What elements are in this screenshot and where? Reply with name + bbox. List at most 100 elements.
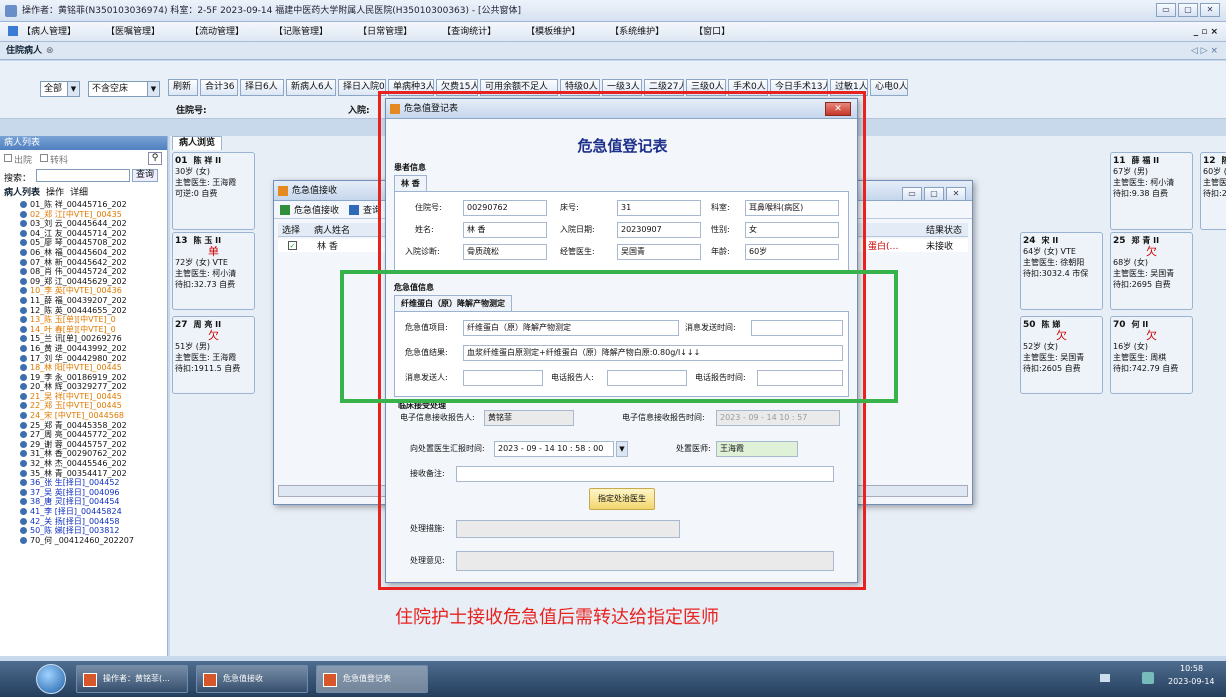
menu-stats[interactable]: 【查询统计】 [442,22,496,42]
card-l3: 待扣:9.38 自费 [1113,189,1169,198]
list-item[interactable]: 37_吴 英[择日]_004096 [0,488,167,498]
list-item[interactable]: 10_李 英[中VTE]_00436 [0,286,167,296]
list-item[interactable]: 25_郑 青_00445358_202 [0,421,167,431]
card-l3: 待扣:3032.4 市保 [1023,269,1089,278]
taskbar-item-operator[interactable]: 操作者：黄铭菲(... [76,665,188,693]
minimize-button[interactable]: ▭ [902,187,922,201]
list-item[interactable]: 05_廖 琴_00445708_202 [0,238,167,248]
patient-card[interactable]: 11 薛 福 II 67岁 (男) 主管医生: 柯小清 待扣:9.38 自费 [1110,152,1193,230]
query-button[interactable]: 查询 [132,169,159,182]
list-item[interactable]: 11_薛 福_00439207_202 [0,296,167,306]
tab-details[interactable]: 详细 [70,185,88,198]
list-item[interactable]: 17_刘 华_00442980_202 [0,354,167,364]
list-item[interactable]: 13_陈 玉[单][中VTE]_0 [0,315,167,325]
list-item[interactable]: 70_何 _00412460_202207 [0,536,167,546]
filter-button-15[interactable]: 心电0人 [870,79,908,96]
list-item[interactable]: 01_陈 祥_00445716_202 [0,200,167,210]
list-item[interactable]: 06_林 福_00445604_202 [0,248,167,258]
tab-patient-list[interactable]: 病人列表 [4,185,40,198]
list-item[interactable]: 15_兰 讯[单]_00269276 [0,334,167,344]
network-icon[interactable] [1142,672,1154,684]
list-item[interactable]: 27_周 亮_00445772_202 [0,430,167,440]
list-item[interactable]: 31_林 香_00290762_202 [0,449,167,459]
chevron-down-icon: ▼ [147,82,159,96]
close-button[interactable]: ✕ [946,187,966,201]
card-l3: 待扣:2605 自费 [1023,364,1081,373]
taskbar-item-register[interactable]: 危急值登记表 [316,665,428,693]
list-item[interactable]: 03_刘 云_00445644_202 [0,219,167,229]
list-item[interactable]: 42_关 扬[择日]_004458 [0,517,167,527]
clock-date[interactable]: 2023-09-14 [1168,677,1215,686]
list-item[interactable]: 22_郑 玉[中VTE]_00445 [0,401,167,411]
card-num: 01 [175,156,188,166]
patient-card[interactable]: 24 宋 II 64岁 (女) VTE 主管医生: 徐朝阳 待扣:3032.4 市保 [1020,232,1103,310]
search-input[interactable] [36,169,130,182]
menu-flow[interactable]: 【流动管理】 [190,22,244,42]
card-l2: 主管医生: 柯小清 [175,269,237,278]
list-item[interactable]: 19_李 永_00186919_202 [0,373,167,383]
list-item[interactable]: 12_陈 英_00444655_202 [0,306,167,316]
patient-card[interactable]: 12 陈 英 II 60岁 (女) 主管医生: 柯小清待扣:28.85 市保 [1200,152,1226,230]
menu-system[interactable]: 【系统维护】 [610,22,664,42]
patient-card[interactable]: 70 何 II 欠 16岁 (女) 主管医生: 周棋 待扣:742.79 自费 [1110,316,1193,394]
menu-orders[interactable]: 【医嘱管理】 [106,22,160,42]
card-l1: 52岁 (女) [1023,342,1058,351]
close-button[interactable]: ✕ [1200,3,1220,17]
patient-card[interactable]: 13 陈 玉 II 单 72岁 (女) VTE 主管医生: 柯小清 待扣:32.73 自费 [172,232,255,310]
list-item[interactable]: 38_唐 灵[择日]_004454 [0,497,167,507]
list-item[interactable]: 24_宋 [中VTE]_0044568 [0,411,167,421]
list-item[interactable]: 08_肖 伟_00445724_202 [0,267,167,277]
list-item[interactable]: 29_谢 蓉_00445757_202 [0,440,167,450]
patient-card[interactable]: 27 周 亮 II 欠 51岁 (男) 主管医生: 王海霞 待扣:1911.5 自费 [172,316,255,394]
list-item[interactable]: 41_李 [择日]_00445824 [0,507,167,517]
filter-button-3[interactable]: 新病人6人 [286,79,336,96]
list-item[interactable]: 32_林 杰_00445546_202 [0,459,167,469]
menu-templates[interactable]: 【模板维护】 [526,22,580,42]
list-item[interactable]: 14_叶 春[单][中VTE]_0 [0,325,167,335]
transfer-label: 转科 [50,156,69,166]
list-item[interactable]: 16_黄 进_00443992_202 [0,344,167,354]
card-l1: 67岁 (男) [1113,167,1148,176]
clock-time[interactable]: 10:58 [1180,664,1203,673]
bed-filter-select[interactable]: 不含空床 ▼ [88,81,160,97]
tab-operations[interactable]: 操作 [46,185,64,198]
row-checkbox[interactable]: ✓ [288,241,297,250]
menu-window[interactable]: 【窗口】 [694,22,730,42]
list-item[interactable]: 35_林 青_00354417_202 [0,469,167,479]
taskbar-item-receive[interactable]: 危急值接收 [196,665,308,693]
menu-daily[interactable]: 【日常管理】 [358,22,412,42]
patient-card[interactable]: 25 郑 青 II 欠 68岁 (女) 主管医生: 吴国青 待扣:2695 自费 [1110,232,1193,310]
card-l2: 主管医生: 王海霞 [175,353,237,362]
card-l3: 待扣:2695 自费 [1113,280,1171,289]
minimize-button[interactable]: ▭ [1156,3,1176,17]
patient-card[interactable]: 50 陈 娣欠 52岁 (女) 主管医生: 吴国青 待扣:2605 自费 [1020,316,1103,394]
list-item[interactable]: 50_陈 娣[择日]_003812 [0,526,167,536]
search-icon[interactable]: ⚲ [148,152,162,165]
filter-button-0[interactable]: 刷新 [168,79,198,96]
transfer-checkbox[interactable] [40,154,48,162]
list-item[interactable]: 09_郑 江_00445629_202 [0,277,167,287]
list-item[interactable]: 02_郑 江[中VTE]_00435 [0,210,167,220]
menu-billing[interactable]: 【记账管理】 [274,22,328,42]
list-item[interactable]: 36_张 生[择日]_004452 [0,478,167,488]
maximize-button[interactable]: ▢ [924,187,944,201]
tab-inpatients[interactable]: 住院病人 [6,42,42,60]
list-item[interactable]: 20_林 辉_00329277_202 [0,382,167,392]
tab-nav-icon[interactable]: ◁ ▷ × [1191,46,1218,56]
filter-button-2[interactable]: 择日6人 [240,79,284,96]
list-item[interactable]: 18_林 阳[中VTE]_00445 [0,363,167,373]
receive-tool-button[interactable]: 危急值接收 [294,203,339,216]
mdi-controls[interactable]: _ ▫ × [1194,22,1218,42]
ward-select[interactable]: 全部 ▼ [40,81,80,97]
filter-button-1[interactable]: 合计36 [200,79,238,96]
patient-card[interactable]: 01 陈 祥 II 30岁 (女) 主管医生: 王海霞 可逆:0 自费 [172,152,255,230]
list-item[interactable]: 07_林 新_00445642_202 [0,258,167,268]
discharge-checkbox[interactable] [4,154,12,162]
menu-patient[interactable]: 【病人管理】 [8,22,76,42]
list-item[interactable]: 04_江 友_00445714_202 [0,229,167,239]
tab-close-icon[interactable]: ⊗ [46,46,54,56]
tab-patient-browse[interactable]: 病人浏览 [172,136,223,150]
start-button[interactable] [36,664,66,694]
maximize-button[interactable]: ▢ [1178,3,1198,17]
hosp-no-label: 住院号: [176,106,207,116]
